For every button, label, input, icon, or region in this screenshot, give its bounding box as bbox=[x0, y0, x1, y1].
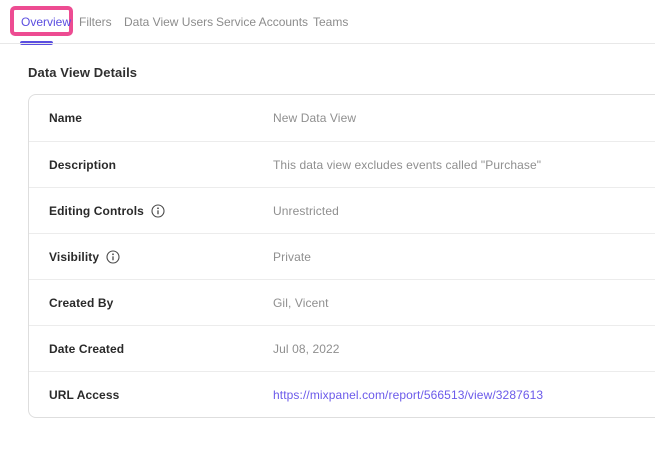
url-access-link[interactable]: https://mixpanel.com/report/566513/view/… bbox=[273, 388, 543, 402]
row-label-text: Editing Controls bbox=[49, 204, 144, 218]
row-label: Visibility bbox=[49, 250, 273, 264]
table-row-date-created: Date Created Jul 08, 2022 bbox=[29, 325, 655, 371]
row-value: This data view excludes events called "P… bbox=[273, 158, 541, 172]
tab-bar: Overview Filters Data View Users Service… bbox=[0, 0, 655, 44]
tab-overview[interactable]: Overview bbox=[21, 15, 71, 29]
row-label-text: Created By bbox=[49, 296, 113, 310]
table-row-name: Name New Data View bbox=[29, 95, 655, 141]
row-label-text: Visibility bbox=[49, 250, 99, 264]
row-value: https://mixpanel.com/report/566513/view/… bbox=[273, 388, 543, 402]
row-value: Private bbox=[273, 250, 311, 264]
info-circle-icon[interactable] bbox=[151, 204, 165, 218]
row-label: Created By bbox=[49, 296, 273, 310]
row-label-text: Date Created bbox=[49, 342, 124, 356]
table-row-created-by: Created By Gil, Vicent bbox=[29, 279, 655, 325]
row-label: Editing Controls bbox=[49, 204, 273, 218]
row-label: Description bbox=[49, 158, 273, 172]
row-value: Jul 08, 2022 bbox=[273, 342, 340, 356]
table-row-editing-controls: Editing Controls Unrestricted bbox=[29, 187, 655, 233]
table-row-url-access: URL Access https://mixpanel.com/report/5… bbox=[29, 371, 655, 417]
tab-teams[interactable]: Teams bbox=[313, 15, 348, 29]
page-title: Data View Details bbox=[28, 65, 655, 80]
table-row-description: Description This data view excludes even… bbox=[29, 141, 655, 187]
row-label: URL Access bbox=[49, 388, 273, 402]
row-label-text: Name bbox=[49, 111, 82, 125]
row-label-text: Description bbox=[49, 158, 116, 172]
tab-bar-divider bbox=[0, 43, 655, 44]
row-value: Gil, Vicent bbox=[273, 296, 329, 310]
row-value: Unrestricted bbox=[273, 204, 339, 218]
row-label: Date Created bbox=[49, 342, 273, 356]
tab-data-view-users[interactable]: Data View Users bbox=[124, 15, 213, 29]
info-circle-icon[interactable] bbox=[106, 250, 120, 264]
row-label: Name bbox=[49, 111, 273, 125]
data-view-details-card: Name New Data View Description This data… bbox=[28, 94, 655, 418]
row-label-text: URL Access bbox=[49, 388, 119, 402]
row-value: New Data View bbox=[273, 111, 356, 125]
tab-service-accounts[interactable]: Service Accounts bbox=[216, 15, 308, 29]
tab-filters[interactable]: Filters bbox=[79, 15, 112, 29]
table-row-visibility: Visibility Private bbox=[29, 233, 655, 279]
